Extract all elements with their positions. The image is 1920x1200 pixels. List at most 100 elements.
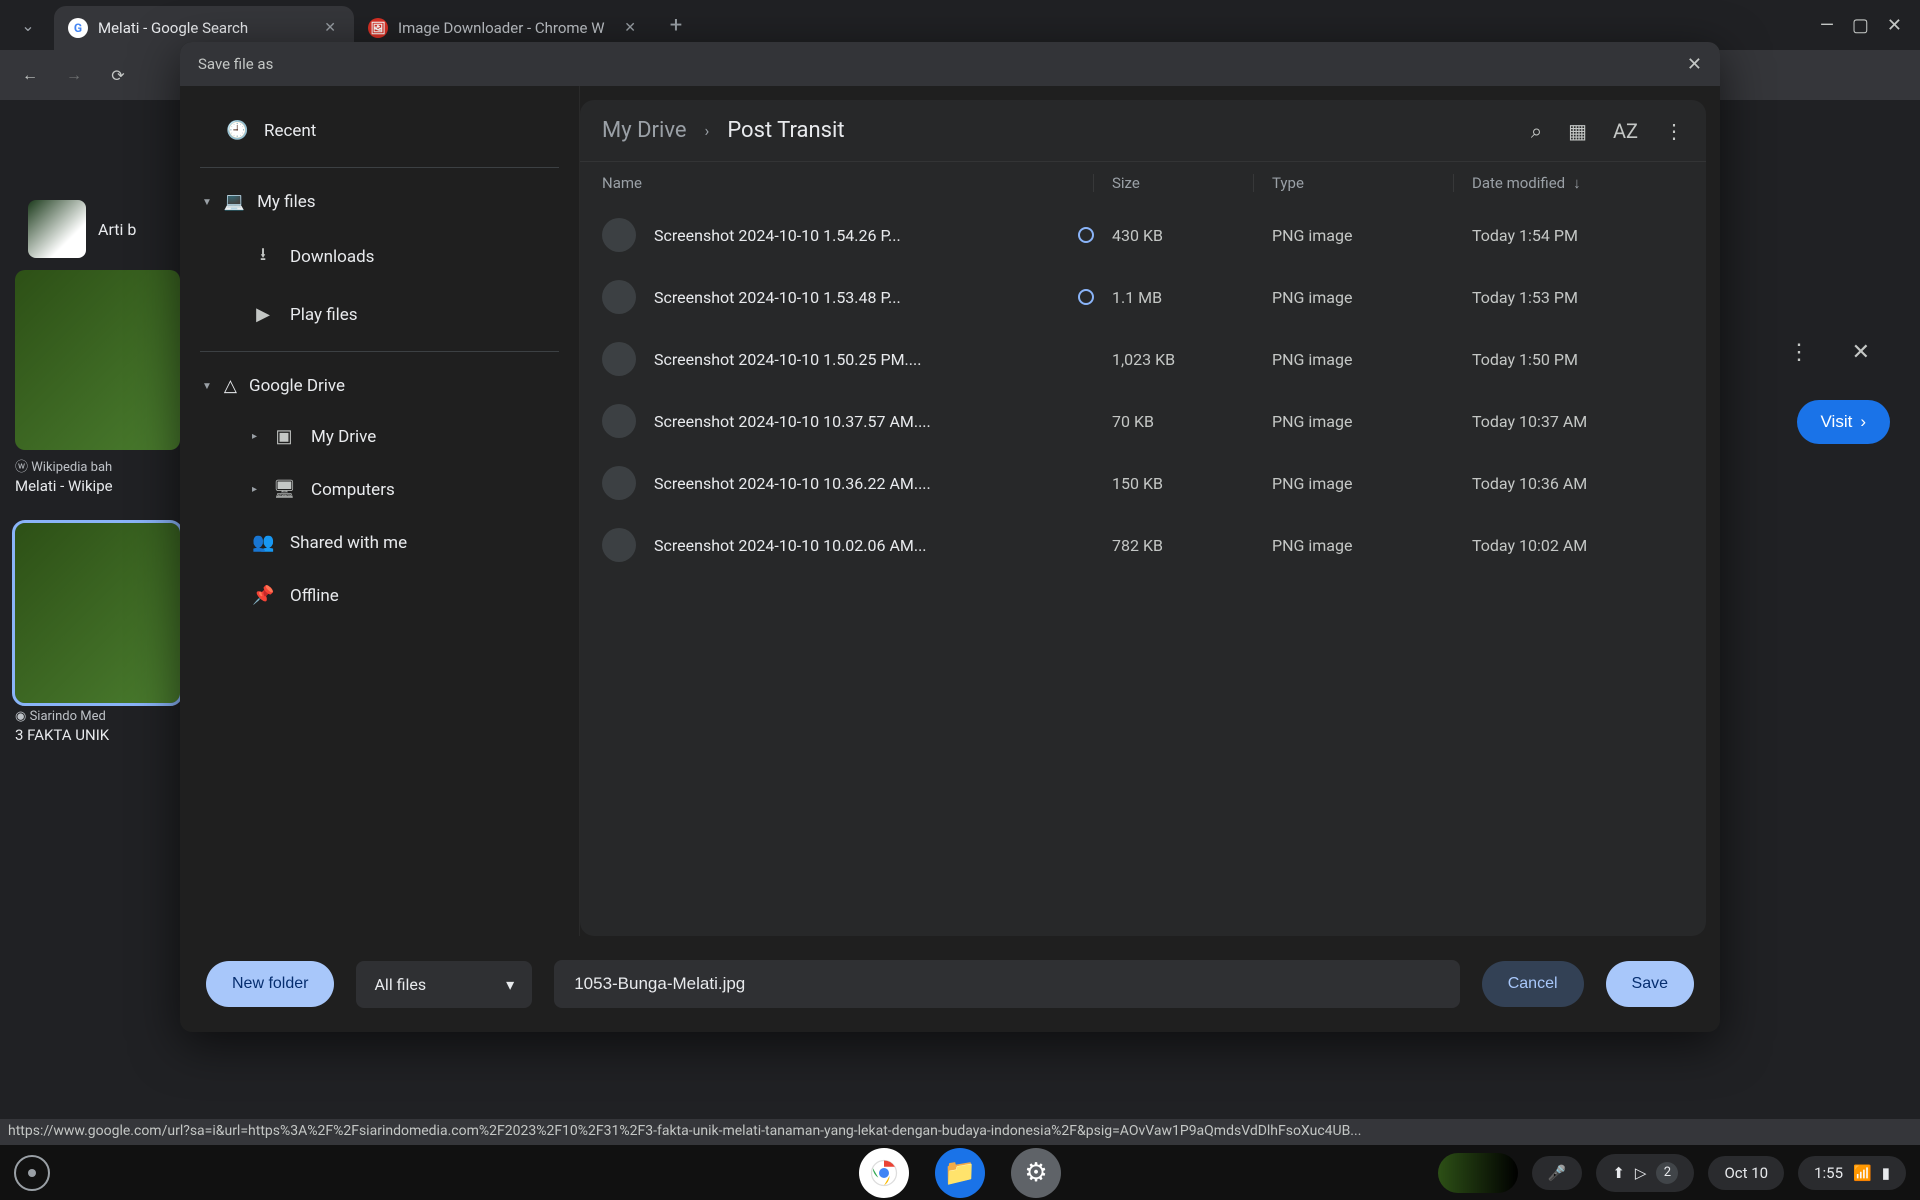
sidebar-label: Google Drive	[249, 376, 345, 396]
image-result-card[interactable]: ⓦ Wikipedia bah Melati - Wikipe	[15, 270, 185, 495]
reload-button[interactable]: ⟳	[100, 57, 136, 93]
file-size: 430 KB	[1094, 226, 1254, 245]
sidebar-downloads[interactable]: ⭳ Downloads	[180, 226, 565, 288]
file-type-label: All files	[374, 975, 426, 994]
sidebar-label: My Drive	[311, 427, 376, 447]
file-thumb-icon	[602, 342, 636, 376]
back-button[interactable]: ←	[12, 57, 48, 93]
file-date: Today 10:02 AM	[1454, 536, 1684, 555]
gear-icon: ⚙	[1024, 1158, 1047, 1188]
triangle-right-icon: ▸	[252, 484, 257, 495]
file-type: PNG image	[1254, 226, 1454, 245]
sidebar-recent[interactable]: 🕘 Recent	[180, 104, 565, 157]
forward-button[interactable]: →	[56, 57, 92, 93]
file-name: Screenshot 2024-10-10 1.50.25 PM....	[654, 350, 1094, 369]
close-tab-button[interactable]: ✕	[320, 16, 340, 40]
column-header-size[interactable]: Size	[1094, 174, 1254, 192]
sidebar-label: Computers	[311, 480, 395, 500]
visit-button[interactable]: Visit ›	[1797, 400, 1890, 444]
shelf-app-chrome[interactable]	[859, 1148, 909, 1198]
filename-input[interactable]	[554, 960, 1460, 1008]
minimize-button[interactable]: —	[1820, 15, 1834, 36]
sidebar-label: Shared with me	[290, 533, 407, 553]
wifi-icon: 📶	[1853, 1164, 1872, 1182]
file-row[interactable]: Screenshot 2024-10-10 10.02.06 AM... 782…	[580, 514, 1706, 576]
file-row[interactable]: Screenshot 2024-10-10 1.50.25 PM.... 1,0…	[580, 328, 1706, 390]
shelf-notifications[interactable]: ⬆ ▷ 2	[1596, 1154, 1694, 1192]
file-thumb-icon	[602, 466, 636, 500]
file-type: PNG image	[1254, 474, 1454, 493]
save-button[interactable]: Save	[1606, 961, 1694, 1007]
file-row[interactable]: Screenshot 2024-10-10 10.37.57 AM.... 70…	[580, 390, 1706, 452]
shelf-mic[interactable]: 🎤	[1532, 1156, 1583, 1190]
file-name: Screenshot 2024-10-10 10.02.06 AM...	[654, 536, 1094, 555]
column-header-date[interactable]: Date modified ↓	[1454, 174, 1684, 192]
file-row[interactable]: Screenshot 2024-10-10 1.53.48 P... 1.1 M…	[580, 266, 1706, 328]
grid-view-button[interactable]: ▦	[1568, 119, 1587, 143]
breadcrumb-root[interactable]: My Drive	[602, 118, 687, 143]
file-row[interactable]: Screenshot 2024-10-10 10.36.22 AM.... 15…	[580, 452, 1706, 514]
sidebar-label: Offline	[290, 586, 339, 606]
shelf-date[interactable]: Oct 10	[1708, 1156, 1784, 1190]
close-window-button[interactable]: ✕	[1887, 15, 1902, 36]
triangle-right-icon: ▸	[252, 431, 257, 442]
shelf-app-settings[interactable]: ⚙	[1011, 1148, 1061, 1198]
sidebar-offline[interactable]: 📌 Offline	[180, 569, 565, 622]
file-name: Screenshot 2024-10-10 10.37.57 AM....	[654, 412, 1094, 431]
new-tab-button[interactable]: +	[658, 13, 694, 38]
sync-ring-icon	[1078, 227, 1094, 243]
sidebar-mydrive[interactable]: ▸ ▣ My Drive	[180, 410, 565, 463]
chrome-icon	[869, 1158, 899, 1188]
file-type: PNG image	[1254, 350, 1454, 369]
search-files-button[interactable]: ⌕	[1531, 119, 1542, 143]
close-dialog-button[interactable]: ✕	[1687, 54, 1702, 75]
sidebar-label: My files	[257, 192, 315, 212]
sidebar-computers[interactable]: ▸ 🖥 Computers	[180, 463, 565, 516]
triangle-down-icon: ▼	[202, 197, 212, 208]
chevron-right-icon: ›	[705, 121, 710, 140]
file-row[interactable]: Screenshot 2024-10-10 1.54.26 P... 430 K…	[580, 204, 1706, 266]
close-panel-button[interactable]: ✕	[1852, 340, 1870, 365]
file-date: Today 1:54 PM	[1454, 226, 1684, 245]
sync-ring-icon	[1078, 289, 1094, 305]
image-thumb-icon	[15, 270, 180, 450]
maximize-button[interactable]: ▢	[1852, 15, 1869, 36]
time-label: 1:55	[1814, 1164, 1843, 1182]
gdrive-icon: △	[224, 376, 237, 396]
circle-icon	[28, 1169, 36, 1177]
file-type-select[interactable]: All files ▾	[356, 961, 532, 1008]
shelf-status-tray[interactable]: 1:55 📶 ▮	[1798, 1156, 1906, 1190]
shelf-preview[interactable]	[1438, 1153, 1518, 1193]
column-header-type[interactable]: Type	[1254, 174, 1454, 192]
shelf-app-files[interactable]: 📁	[935, 1148, 985, 1198]
file-date: Today 1:53 PM	[1454, 288, 1684, 307]
column-header-name[interactable]: Name	[602, 174, 1094, 192]
image-result-card-selected[interactable]: ◉ Siarindo Med 3 FAKTA UNIK	[15, 523, 185, 744]
close-tab-button[interactable]: ✕	[620, 16, 640, 40]
file-type: PNG image	[1254, 412, 1454, 431]
sort-az-button[interactable]: AZ	[1613, 119, 1638, 143]
dialog-sidebar: 🕘 Recent ▼ 💻 My files ⭳ Downloads ▶ Play…	[180, 86, 580, 936]
file-thumb-icon	[602, 280, 636, 314]
search-tabs-button[interactable]: ⌄	[8, 0, 48, 50]
status-bar-url: https://www.google.com/url?sa=i&url=http…	[0, 1119, 1920, 1145]
launcher-button[interactable]	[14, 1155, 50, 1191]
sidebar-gdrive-group[interactable]: ▼ △ Google Drive	[180, 362, 579, 410]
sidebar-myfiles-group[interactable]: ▼ 💻 My files	[180, 178, 579, 226]
file-size: 1.1 MB	[1094, 288, 1254, 307]
sidebar-playfiles[interactable]: ▶ Play files	[180, 288, 565, 341]
new-folder-button[interactable]: New folder	[206, 961, 334, 1007]
sidebar-shared[interactable]: 👥 Shared with me	[180, 516, 565, 569]
chevron-right-icon: ›	[1860, 412, 1866, 432]
more-options-button[interactable]: ⋮	[1788, 340, 1810, 365]
chevron-down-icon: ▾	[506, 975, 514, 994]
cancel-button[interactable]: Cancel	[1482, 961, 1584, 1007]
people-icon: 👥	[252, 532, 274, 553]
devices-icon: 🖥	[273, 479, 295, 500]
folder-drive-icon: ▣	[273, 426, 295, 447]
google-favicon-icon: G	[68, 18, 88, 38]
result-source: ◉ Siarindo Med	[15, 709, 185, 724]
mic-icon: 🎤	[1548, 1164, 1567, 1182]
more-menu-button[interactable]: ⋮	[1664, 119, 1684, 143]
result-source: ⓦ Wikipedia bah	[15, 456, 185, 475]
